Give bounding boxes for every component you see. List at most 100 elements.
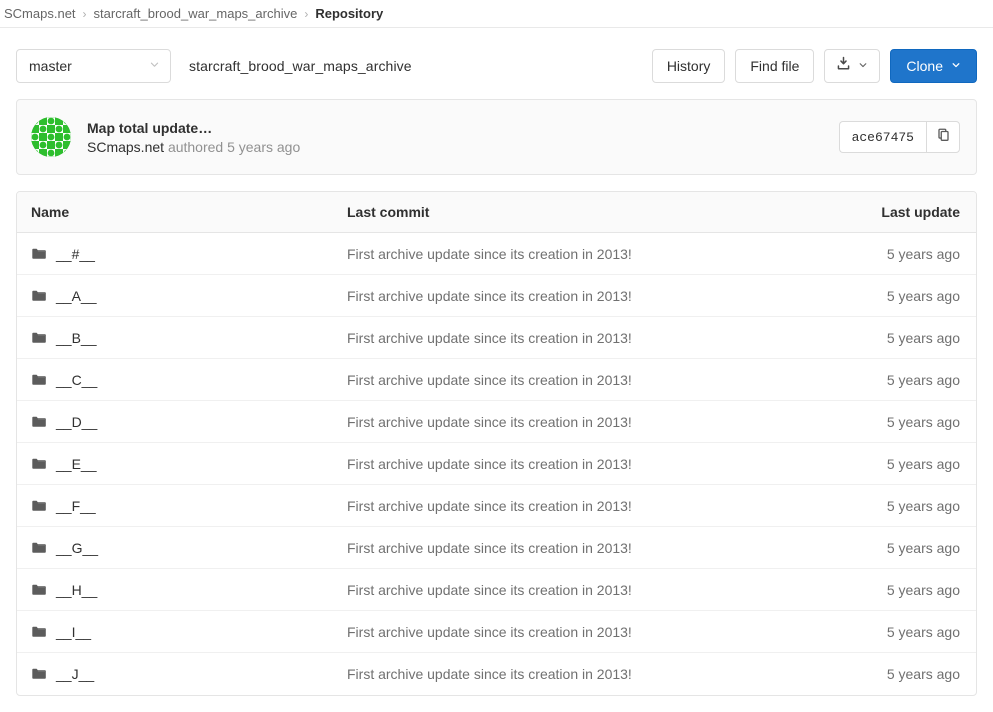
folder-link[interactable]: __F__ xyxy=(56,498,96,514)
table-row[interactable]: __E__ First archive update since its crea… xyxy=(17,443,976,485)
last-update-cell: 5 years ago xyxy=(816,582,976,598)
last-update-time: 5 years ago xyxy=(886,539,960,556)
last-update-time: 5 years ago xyxy=(886,455,960,472)
commit-meta: SCmaps.net authored 5 years ago xyxy=(87,139,300,155)
last-update-cell: 5 years ago xyxy=(816,624,976,640)
last-commit-cell: First archive update since its creation … xyxy=(347,330,816,346)
folder-icon xyxy=(31,540,47,556)
chevron-right-icon: › xyxy=(304,6,309,21)
commit-message-link[interactable]: First archive update since its creation … xyxy=(347,624,632,640)
commit-sha-group: ace67475 xyxy=(838,121,960,153)
file-name-cell: __G__ xyxy=(17,540,347,556)
file-name-cell: __F__ xyxy=(17,498,347,514)
toolbar-actions: History Find file Clone xyxy=(651,49,977,83)
latest-commit-panel: Map total update… SCmaps.net authored 5 … xyxy=(16,99,977,175)
table-row[interactable]: __#__ First archive update since its crea… xyxy=(17,233,976,275)
commit-message-link[interactable]: First archive update since its creation … xyxy=(347,498,632,514)
last-update-time: 5 years ago xyxy=(886,497,960,514)
folder-icon xyxy=(31,288,47,304)
breadcrumb-item-current: Repository xyxy=(315,6,384,21)
table-row[interactable]: __A__ First archive update since its crea… xyxy=(17,275,976,317)
commit-message-link[interactable]: First archive update since its creation … xyxy=(347,582,632,598)
commit-message-link[interactable]: First archive update since its creation … xyxy=(347,330,632,346)
folder-icon xyxy=(31,372,47,388)
repository-page: SCmaps.net › starcraft_brood_war_maps_ar… xyxy=(0,0,993,712)
last-update-time: 5 years ago xyxy=(886,413,960,430)
last-update-time: 5 years ago xyxy=(886,245,960,262)
folder-link[interactable]: __B__ xyxy=(56,330,96,346)
commit-authored-time: authored 5 years ago xyxy=(167,138,301,155)
file-name-cell: __E__ xyxy=(17,456,347,472)
last-update-time: 5 years ago xyxy=(886,581,960,598)
last-update-time: 5 years ago xyxy=(886,371,960,388)
file-name-cell: __I__ xyxy=(17,624,347,640)
last-update-cell: 5 years ago xyxy=(816,414,976,430)
last-update-cell: 5 years ago xyxy=(816,288,976,304)
download-icon xyxy=(836,56,851,76)
commit-message-link[interactable]: First archive update since its creation … xyxy=(347,288,632,304)
commit-message[interactable]: Map total update… xyxy=(87,120,300,136)
folder-icon xyxy=(31,330,47,346)
folder-link[interactable]: __C__ xyxy=(56,372,97,388)
last-update-time: 5 years ago xyxy=(886,666,960,682)
folder-link[interactable]: __H__ xyxy=(56,582,97,598)
clipboard-icon xyxy=(936,127,951,147)
folder-icon xyxy=(31,456,47,472)
file-listing-table: Name Last commit Last update __#__ First … xyxy=(16,191,977,696)
breadcrumb-item-project[interactable]: starcraft_brood_war_maps_archive xyxy=(94,6,298,21)
table-row[interactable]: __J__ First archive update since its crea… xyxy=(17,653,976,695)
folder-link[interactable]: __D__ xyxy=(56,414,97,430)
last-commit-cell: First archive update since its creation … xyxy=(347,540,816,556)
file-name-cell: __#__ xyxy=(17,246,347,262)
folder-link[interactable]: __G__ xyxy=(56,540,98,556)
commit-message-link[interactable]: First archive update since its creation … xyxy=(347,666,632,682)
table-row[interactable]: __G__ First archive update since its crea… xyxy=(17,527,976,569)
file-name-cell: __H__ xyxy=(17,582,347,598)
table-row[interactable]: __F__ First archive update since its crea… xyxy=(17,485,976,527)
find-file-button[interactable]: Find file xyxy=(735,49,815,83)
chevron-down-icon xyxy=(149,59,160,73)
folder-link[interactable]: __#__ xyxy=(56,246,95,262)
last-commit-cell: First archive update since its creation … xyxy=(347,414,816,430)
table-row[interactable]: __H__ First archive update since its crea… xyxy=(17,569,976,611)
commit-author[interactable]: SCmaps.net xyxy=(87,139,164,155)
column-header-last-update: Last update xyxy=(881,204,960,220)
table-row[interactable]: __C__ First archive update since its crea… xyxy=(17,359,976,401)
clone-button-label: Clone xyxy=(906,58,943,74)
file-name-cell: __B__ xyxy=(17,330,347,346)
last-commit-cell: First archive update since its creation … xyxy=(347,246,816,262)
branch-selector[interactable]: master xyxy=(16,49,171,83)
folder-link[interactable]: __E__ xyxy=(56,456,96,472)
repository-name: starcraft_brood_war_maps_archive xyxy=(189,58,412,74)
folder-link[interactable]: __A__ xyxy=(56,288,96,304)
commit-message-link[interactable]: First archive update since its creation … xyxy=(347,456,632,472)
clone-button[interactable]: Clone xyxy=(890,49,977,83)
folder-icon xyxy=(31,624,47,640)
breadcrumb-item-group[interactable]: SCmaps.net xyxy=(4,6,76,21)
folder-icon xyxy=(31,414,47,430)
repository-toolbar: master starcraft_brood_war_maps_archive … xyxy=(0,28,993,90)
copy-to-clipboard-button[interactable] xyxy=(926,121,960,153)
table-row[interactable]: __B__ First archive update since its crea… xyxy=(17,317,976,359)
last-update-time: 5 years ago xyxy=(886,623,960,640)
folder-link[interactable]: __I__ xyxy=(56,624,91,640)
file-name-cell: __A__ xyxy=(17,288,347,304)
download-dropdown-button[interactable] xyxy=(824,49,881,83)
last-commit-cell: First archive update since its creation … xyxy=(347,372,816,388)
commit-message-link[interactable]: First archive update since its creation … xyxy=(347,540,632,556)
commit-sha[interactable]: ace67475 xyxy=(838,121,926,153)
last-commit-cell: First archive update since its creation … xyxy=(347,666,816,682)
file-name-cell: __J__ xyxy=(17,666,347,682)
table-row[interactable]: __I__ First archive update since its crea… xyxy=(17,611,976,653)
folder-link[interactable]: __J__ xyxy=(56,666,94,682)
table-row[interactable]: __D__ First archive update since its crea… xyxy=(17,401,976,443)
commit-message-link[interactable]: First archive update since its creation … xyxy=(347,372,632,388)
last-update-cell: 5 years ago xyxy=(816,246,976,262)
folder-icon xyxy=(31,498,47,514)
last-commit-cell: First archive update since its creation … xyxy=(347,624,816,640)
breadcrumb: SCmaps.net › starcraft_brood_war_maps_ar… xyxy=(0,0,993,28)
history-button[interactable]: History xyxy=(651,49,726,83)
commit-message-link[interactable]: First archive update since its creation … xyxy=(347,246,632,262)
commit-message-link[interactable]: First archive update since its creation … xyxy=(347,414,632,430)
file-name-cell: __D__ xyxy=(17,414,347,430)
